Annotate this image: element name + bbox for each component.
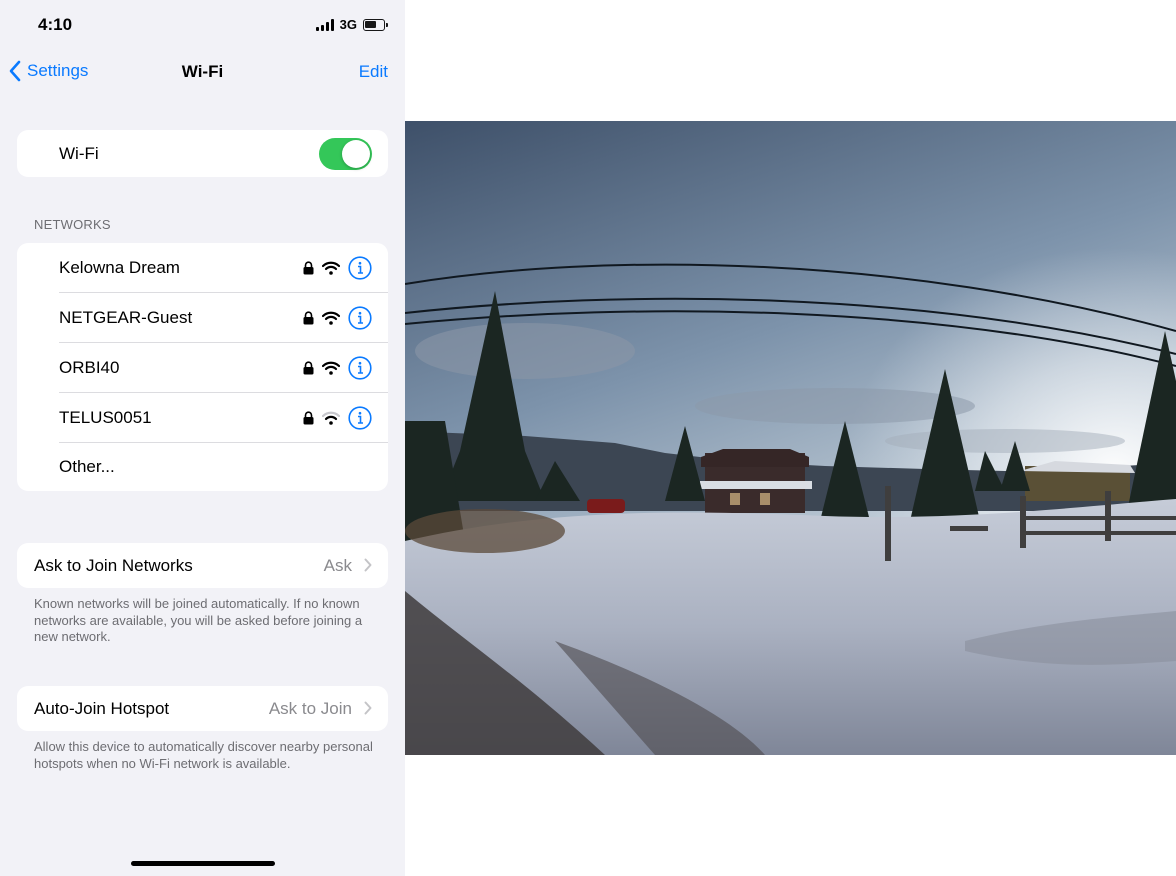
ask-to-join-label: Ask to Join Networks [34, 555, 193, 575]
chevron-right-icon [364, 558, 372, 572]
wifi-toggle-group: Wi-Fi [17, 130, 388, 177]
page-title: Wi-Fi [181, 62, 224, 81]
phone-screen: 4:10 3G Settings Wi-Fi Edit Wi-Fi NETWOR… [0, 0, 405, 876]
other-network-row[interactable]: Other... [17, 443, 388, 491]
network-type-label: 3G [339, 17, 357, 32]
auto-join-hotspot-label: Auto-Join Hotspot [34, 698, 170, 718]
network-row[interactable]: NETGEAR-Guest [17, 293, 388, 343]
wifi-signal-weak-icon [322, 411, 340, 425]
network-row[interactable]: TELUS0051 [17, 393, 388, 443]
lock-icon [303, 411, 314, 425]
wifi-toggle-label: Wi-Fi [59, 143, 99, 163]
network-name: ORBI40 [59, 358, 120, 377]
wifi-toggle-switch[interactable] [319, 138, 372, 170]
info-icon[interactable] [348, 356, 372, 380]
cellular-signal-icon [315, 18, 334, 31]
home-indicator[interactable] [131, 861, 275, 866]
networks-section-header: NETWORKS [34, 217, 111, 232]
toggle-knob [342, 140, 370, 168]
edit-button[interactable]: Edit [359, 62, 388, 82]
lock-icon [303, 261, 314, 275]
ask-to-join-value: Ask [323, 555, 352, 575]
auto-join-hotspot-footnote: Allow this device to automatically disco… [34, 739, 373, 771]
network-name: TELUS0051 [59, 408, 152, 427]
info-icon[interactable] [348, 306, 372, 330]
auto-join-hotspot-group: Auto-Join Hotspot Ask to Join [17, 686, 388, 731]
info-icon[interactable] [348, 256, 372, 280]
status-time: 4:10 [38, 15, 73, 34]
ask-to-join-footnote: Known networks will be joined automatica… [34, 596, 363, 644]
network-row[interactable]: Kelowna Dream [17, 243, 388, 293]
status-bar: 4:10 3G [0, 0, 405, 50]
chevron-right-icon [364, 701, 372, 715]
status-indicators: 3G [315, 17, 388, 32]
navigation-bar: Settings Wi-Fi Edit [0, 50, 405, 94]
networks-list: Kelowna Dream NETGEAR-Guest ORBI40 TELUS… [17, 243, 388, 491]
ask-to-join-row[interactable]: Ask to Join Networks Ask [17, 543, 388, 588]
battery-icon [363, 18, 388, 31]
network-name: Kelowna Dream [59, 258, 180, 277]
wifi-toggle-row: Wi-Fi [17, 130, 388, 177]
auto-join-hotspot-value: Ask to Join [268, 698, 352, 718]
lock-icon [303, 361, 314, 375]
auto-join-hotspot-row[interactable]: Auto-Join Hotspot Ask to Join [17, 686, 388, 731]
other-network-label: Other... [59, 457, 115, 476]
wifi-signal-icon [322, 361, 340, 375]
network-name: NETGEAR-Guest [59, 308, 193, 327]
winter-landscape-photo [405, 121, 1176, 755]
lock-icon [303, 311, 314, 325]
network-row[interactable]: ORBI40 [17, 343, 388, 393]
wifi-signal-icon [322, 261, 340, 275]
info-icon[interactable] [348, 406, 372, 430]
wifi-signal-icon [322, 311, 340, 325]
ask-to-join-group: Ask to Join Networks Ask [17, 543, 388, 588]
